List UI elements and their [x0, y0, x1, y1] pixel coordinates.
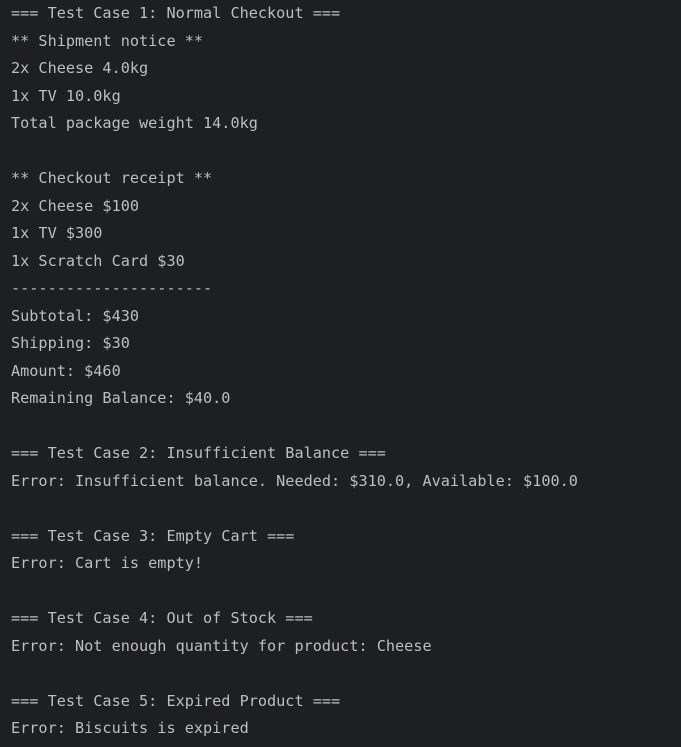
checkout-receipt-header: ** Checkout receipt **	[11, 169, 213, 187]
error-line: Error: Cart is empty!	[11, 554, 204, 572]
total-weight-line: Total package weight 14.0kg	[11, 114, 258, 132]
test-case-5-header: === Test Case 5: Expired Product ===	[11, 691, 341, 710]
shipment-notice-header: ** Shipment notice **	[11, 31, 204, 50]
remaining-balance-line: Remaining Balance: $40.0	[11, 389, 231, 407]
amount-line: Amount: $460	[11, 361, 121, 380]
test-case-2-header: === Test Case 2: Insufficient Balance ==…	[11, 444, 386, 462]
error-line: Error: Insufficient balance. Needed: $31…	[11, 471, 578, 490]
error-line: Error: Not enough quantity for product: …	[11, 636, 432, 655]
receipt-line: 1x Scratch Card $30	[11, 251, 185, 270]
console-output[interactable]: === Test Case 1: Normal Checkout === ** …	[0, 0, 681, 747]
receipt-line: 1x TV $300	[11, 224, 103, 242]
shipment-line: 1x TV 10.0kg	[11, 86, 121, 105]
test-case-4-header: === Test Case 4: Out of Stock ===	[11, 609, 313, 627]
subtotal-line: Subtotal: $430	[11, 306, 140, 325]
test-case-1-header: === Test Case 1: Normal Checkout ===	[11, 4, 341, 22]
shipping-line: Shipping: $30	[11, 334, 130, 352]
test-case-3-header: === Test Case 3: Empty Cart ===	[11, 526, 295, 545]
error-line: Error: Biscuits is expired	[11, 719, 249, 737]
receipt-line: 2x Cheese $100	[11, 196, 140, 215]
shipment-line: 2x Cheese 4.0kg	[11, 59, 149, 77]
receipt-divider: ----------------------	[11, 279, 213, 297]
